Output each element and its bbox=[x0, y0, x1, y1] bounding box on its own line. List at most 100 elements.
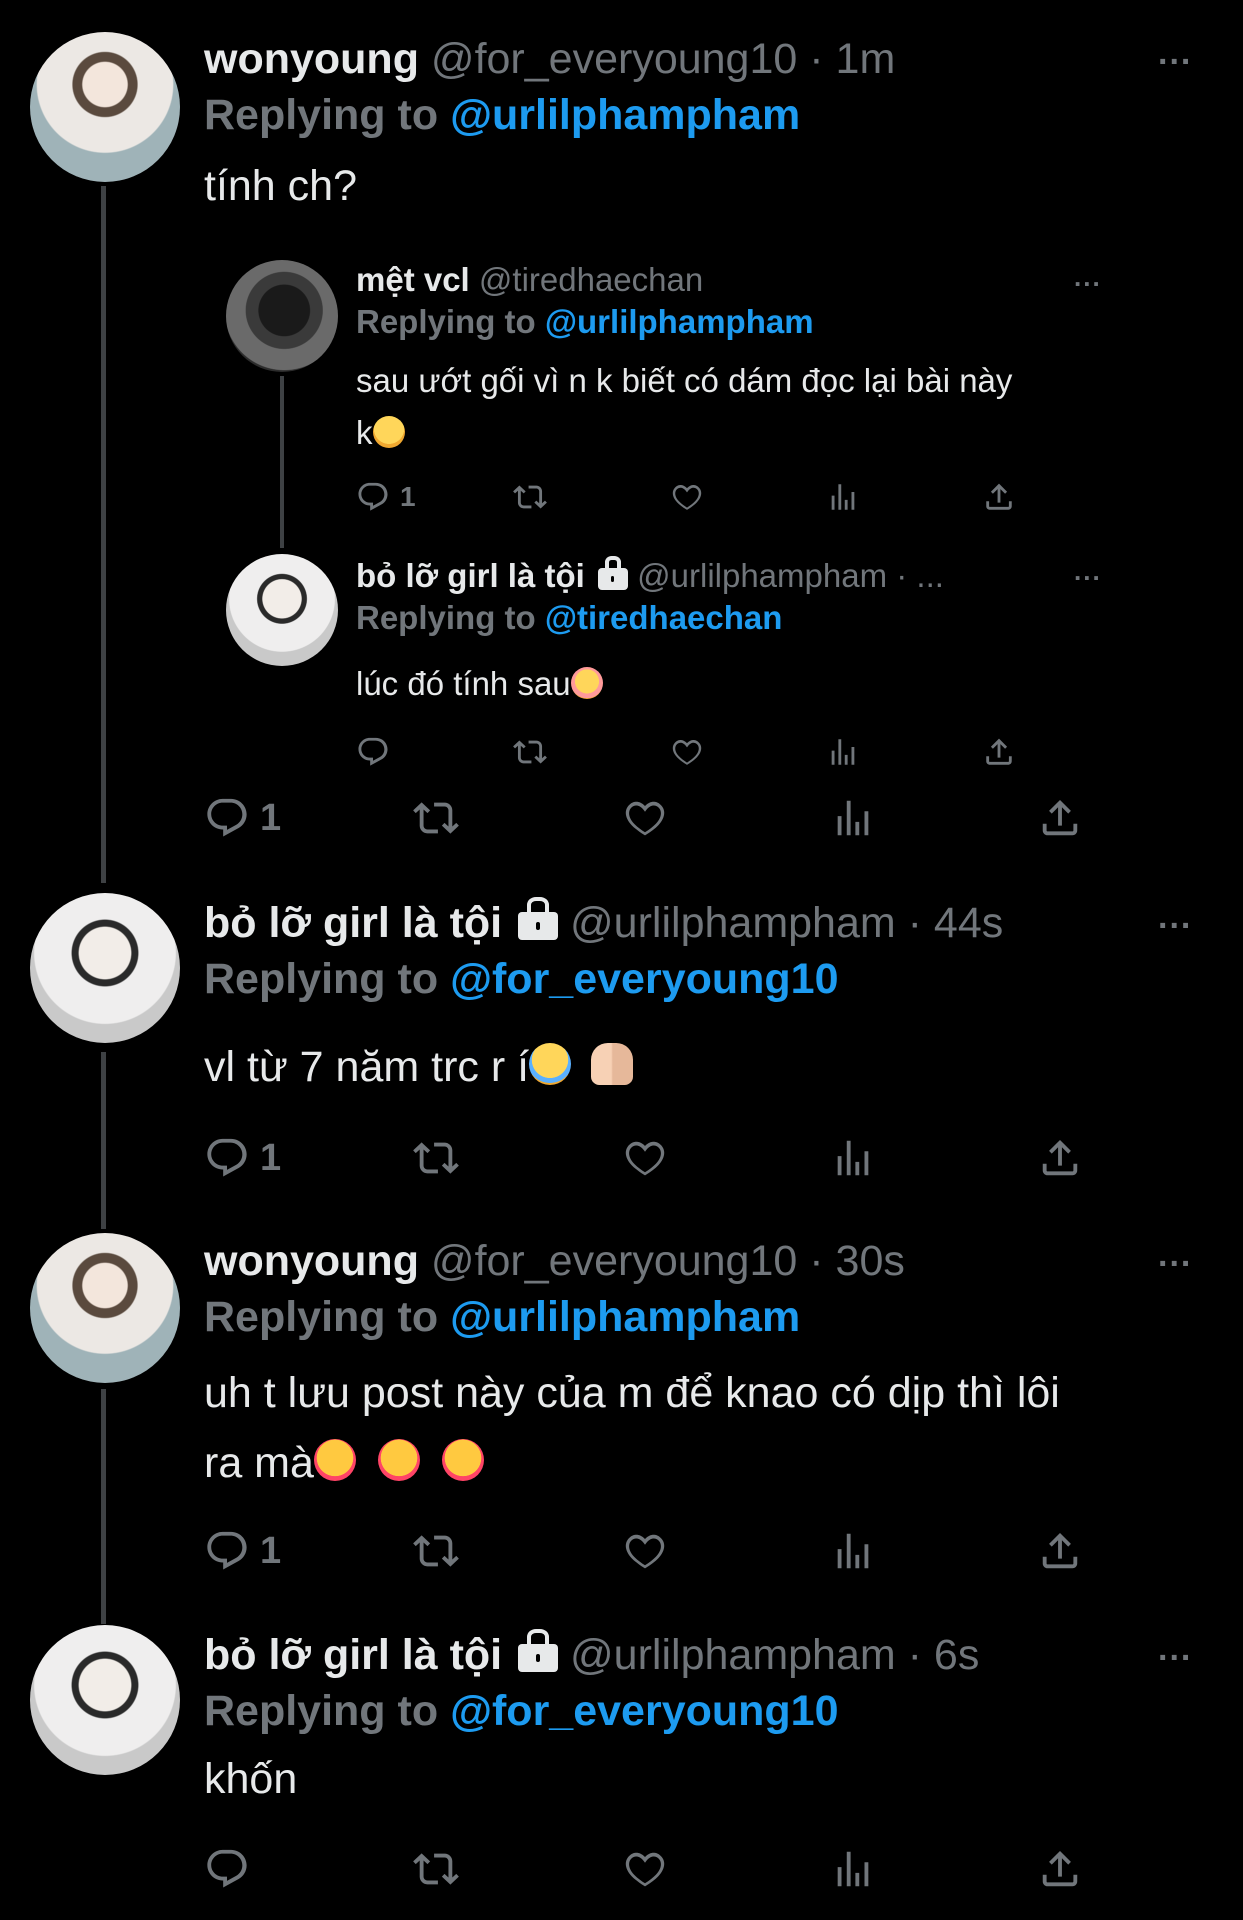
thread-line bbox=[101, 186, 106, 883]
tweet-text-line: sau ướt gối vì n k biết có dám đọc lại b… bbox=[356, 362, 1013, 399]
user-handle[interactable]: @tiredhaechan bbox=[479, 261, 703, 298]
like-button[interactable] bbox=[622, 1528, 668, 1574]
mention-link[interactable]: @urlilphampham bbox=[545, 303, 814, 340]
retweet-icon bbox=[513, 735, 547, 769]
views-button[interactable] bbox=[830, 1846, 876, 1892]
share-button[interactable] bbox=[982, 480, 1016, 514]
more-options-button[interactable]: ... bbox=[1158, 898, 1192, 937]
tweet-header: bỏ lỡ girl là tội @urlilphampham · ... bbox=[356, 555, 944, 596]
views-button[interactable] bbox=[826, 735, 860, 769]
replying-label: Replying to bbox=[204, 91, 439, 139]
reply-button[interactable] bbox=[356, 735, 390, 769]
reply-button[interactable]: 1 bbox=[204, 1528, 281, 1574]
more-options-button[interactable]: ... bbox=[1158, 34, 1192, 73]
user-handle[interactable]: @for_everyoung10 bbox=[431, 1237, 797, 1285]
mention-link[interactable]: @urlilphampham bbox=[450, 91, 800, 139]
more-options-button[interactable]: ... bbox=[1158, 1630, 1192, 1669]
avatar[interactable] bbox=[30, 893, 180, 1043]
more-options-button[interactable]: ... bbox=[1158, 1236, 1192, 1275]
avatar[interactable] bbox=[226, 554, 338, 666]
retweet-icon bbox=[413, 1135, 459, 1181]
avatar[interactable] bbox=[226, 260, 338, 372]
retweet-button[interactable] bbox=[413, 1135, 459, 1181]
mention-link[interactable]: @for_everyoung10 bbox=[450, 955, 838, 1003]
like-icon bbox=[670, 480, 704, 514]
reply-count: 1 bbox=[260, 1136, 282, 1179]
share-icon bbox=[1037, 1135, 1083, 1181]
share-button[interactable] bbox=[982, 735, 1016, 769]
retweet-button[interactable] bbox=[413, 1528, 459, 1574]
like-button[interactable] bbox=[670, 480, 704, 514]
avatar[interactable] bbox=[30, 32, 180, 182]
timestamp[interactable]: · 6s bbox=[908, 1631, 980, 1679]
lock-icon bbox=[518, 1628, 559, 1672]
share-icon bbox=[1037, 795, 1083, 841]
views-button[interactable] bbox=[826, 480, 860, 514]
views-button[interactable] bbox=[830, 1528, 876, 1574]
more-options-button[interactable]: ... bbox=[1074, 556, 1102, 587]
replying-to: Replying to @urlilphampham bbox=[356, 302, 814, 342]
timestamp[interactable]: · 44s bbox=[908, 899, 1004, 947]
reply-button[interactable]: 1 bbox=[356, 480, 416, 514]
retweet-button[interactable] bbox=[413, 795, 459, 841]
views-button[interactable] bbox=[830, 795, 876, 841]
like-button[interactable] bbox=[622, 795, 668, 841]
share-icon bbox=[1037, 1528, 1083, 1574]
tweet-header: mệt vcl @tiredhaechan bbox=[356, 260, 703, 300]
avatar[interactable] bbox=[30, 1233, 180, 1383]
reply-icon bbox=[204, 1528, 250, 1574]
more-options-button[interactable]: ... bbox=[1074, 262, 1102, 293]
reply-icon bbox=[356, 480, 390, 514]
tweet-text: sau ướt gối vì n k biết có dám đọc lại b… bbox=[356, 355, 1012, 459]
user-handle[interactable]: @urlilphampham · ... bbox=[637, 557, 944, 594]
reply-count: 1 bbox=[260, 796, 282, 839]
display-name[interactable]: wonyoung bbox=[204, 1237, 419, 1285]
crying-emoji-icon bbox=[529, 1043, 572, 1085]
views-icon bbox=[826, 480, 860, 514]
replying-to: Replying to @for_everyoung10 bbox=[204, 1686, 839, 1736]
retweet-icon bbox=[513, 480, 547, 514]
timestamp[interactable]: · 1m bbox=[809, 35, 895, 83]
display-name[interactable]: bỏ lỡ girl là tội bbox=[204, 1631, 502, 1679]
flushed-emoji-icon bbox=[570, 667, 603, 699]
reply-icon bbox=[204, 795, 250, 841]
replying-label: Replying to bbox=[204, 955, 439, 1003]
user-handle[interactable]: @for_everyoung10 bbox=[431, 35, 797, 83]
reply-icon bbox=[204, 1846, 250, 1892]
retweet-button[interactable] bbox=[513, 480, 547, 514]
timestamp[interactable]: · 30s bbox=[809, 1237, 905, 1285]
like-button[interactable] bbox=[622, 1135, 668, 1181]
retweet-button[interactable] bbox=[413, 1846, 459, 1892]
reply-count: 1 bbox=[260, 1529, 282, 1572]
display-name[interactable]: bỏ lỡ girl là tội bbox=[204, 899, 502, 947]
mention-link[interactable]: @tiredhaechan bbox=[545, 599, 783, 636]
share-button[interactable] bbox=[1037, 1528, 1083, 1574]
display-name[interactable]: bỏ lỡ girl là tội bbox=[356, 557, 585, 594]
views-icon bbox=[830, 1135, 876, 1181]
mention-link[interactable]: @for_everyoung10 bbox=[450, 1687, 838, 1735]
lock-icon bbox=[597, 555, 628, 590]
like-button[interactable] bbox=[670, 735, 704, 769]
display-name[interactable]: mệt vcl bbox=[356, 261, 470, 298]
share-button[interactable] bbox=[1037, 1846, 1083, 1892]
views-button[interactable] bbox=[830, 1135, 876, 1181]
share-icon bbox=[982, 480, 1016, 514]
share-icon bbox=[1037, 1846, 1083, 1892]
user-handle[interactable]: @urlilphampham bbox=[570, 899, 896, 947]
reply-button[interactable]: 1 bbox=[204, 1135, 281, 1181]
display-name[interactable]: wonyoung bbox=[204, 35, 419, 83]
like-icon bbox=[622, 1846, 668, 1892]
mention-link[interactable]: @urlilphampham bbox=[450, 1293, 800, 1341]
reply-button[interactable]: 1 bbox=[204, 795, 281, 841]
reply-icon bbox=[204, 1135, 250, 1181]
reply-button[interactable] bbox=[204, 1846, 250, 1892]
share-button[interactable] bbox=[1037, 795, 1083, 841]
user-handle[interactable]: @urlilphampham bbox=[570, 1631, 896, 1679]
thread-line bbox=[280, 376, 284, 548]
avatar[interactable] bbox=[30, 1625, 180, 1775]
like-button[interactable] bbox=[622, 1846, 668, 1892]
tweet-header: wonyoung @for_everyoung10 · 1m bbox=[204, 34, 895, 84]
share-button[interactable] bbox=[1037, 1135, 1083, 1181]
retweet-button[interactable] bbox=[513, 735, 547, 769]
tweet-text-line: uh t lưu post này của m để knao có dịp t… bbox=[204, 1369, 1060, 1417]
